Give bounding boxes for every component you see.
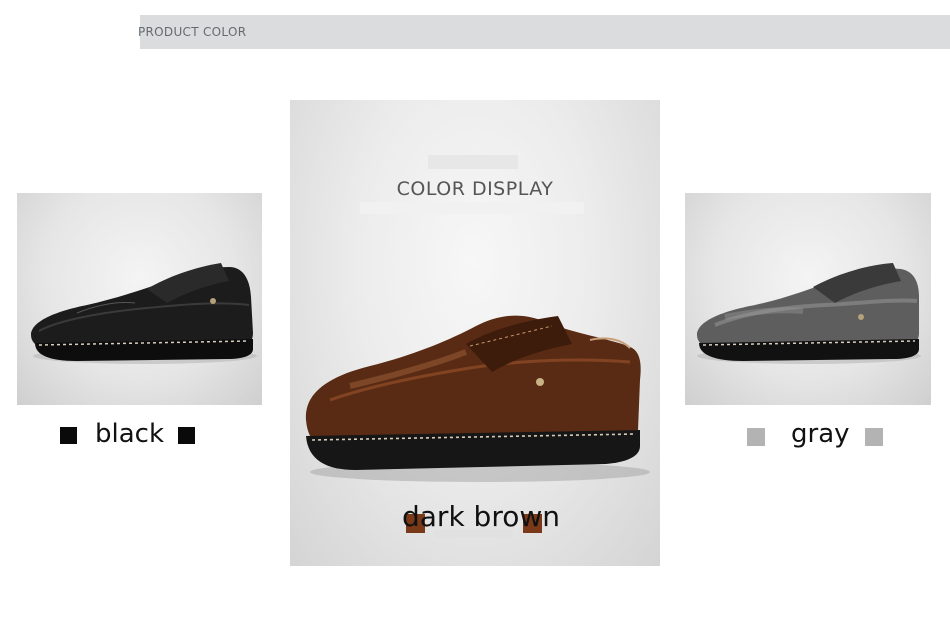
section-title: PRODUCT COLOR <box>138 25 247 39</box>
product-image-black[interactable] <box>17 193 262 405</box>
gray-square-icon <box>865 428 883 446</box>
shoe-dark-brown-illustration <box>305 315 650 482</box>
shoe-black-illustration <box>31 263 257 364</box>
black-square-icon <box>178 427 195 444</box>
color-label-black[interactable]: black <box>95 419 164 449</box>
black-square-icon <box>60 427 77 444</box>
product-image-gray[interactable] <box>685 193 931 405</box>
section-header-bar: PRODUCT COLOR <box>138 15 950 49</box>
color-label-gray[interactable]: gray <box>791 419 850 449</box>
shoe-gray-illustration <box>697 263 921 364</box>
color-label-dark-brown[interactable]: dark brown <box>402 500 560 533</box>
product-image-dark-brown[interactable]: COLOR DISPLAY dark brown <box>290 100 660 566</box>
gray-square-icon <box>747 428 765 446</box>
